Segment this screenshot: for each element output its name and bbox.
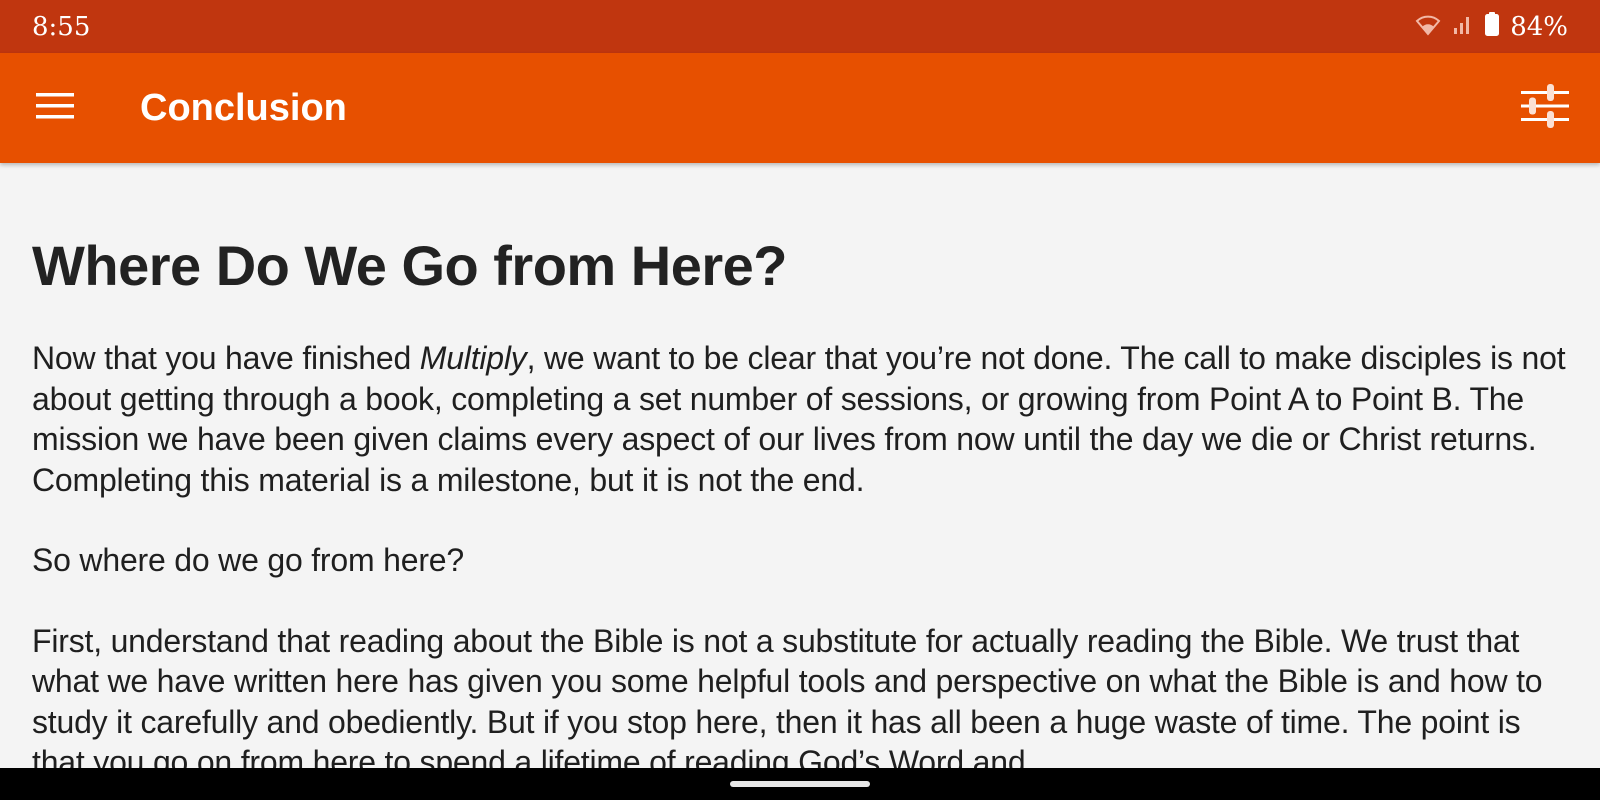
- hamburger-menu-icon: [36, 92, 74, 125]
- sliders-settings-icon: [1521, 82, 1569, 135]
- battery-icon: [1484, 11, 1500, 42]
- article-content: Where Do We Go from Here? Now that you h…: [0, 163, 1600, 768]
- wifi-icon: [1414, 12, 1442, 41]
- article-heading: Where Do We Go from Here?: [32, 234, 788, 297]
- article-paragraph-2: So where do we go from here?: [32, 542, 464, 578]
- paragraph-1-start: Now that you have finished: [32, 340, 420, 376]
- menu-button[interactable]: [0, 53, 110, 163]
- status-bar: 8:55 84%: [0, 0, 1600, 53]
- signal-icon: [1452, 12, 1474, 41]
- navigation-bar: [0, 768, 1600, 800]
- status-time: 8:55: [32, 11, 91, 42]
- settings-button[interactable]: [1490, 53, 1600, 163]
- book-title-multiply: Multiply: [419, 340, 527, 376]
- app-bar: Conclusion: [0, 53, 1600, 163]
- article-paragraph-1: Now that you have finished Multiply, we …: [32, 338, 1568, 500]
- article-paragraph-3: First, understand that reading about the…: [32, 622, 1543, 769]
- status-icons: 84%: [1414, 11, 1568, 42]
- page-title: Conclusion: [140, 86, 347, 129]
- battery-percentage: 84%: [1510, 11, 1568, 42]
- home-gesture-handle[interactable]: [730, 781, 870, 787]
